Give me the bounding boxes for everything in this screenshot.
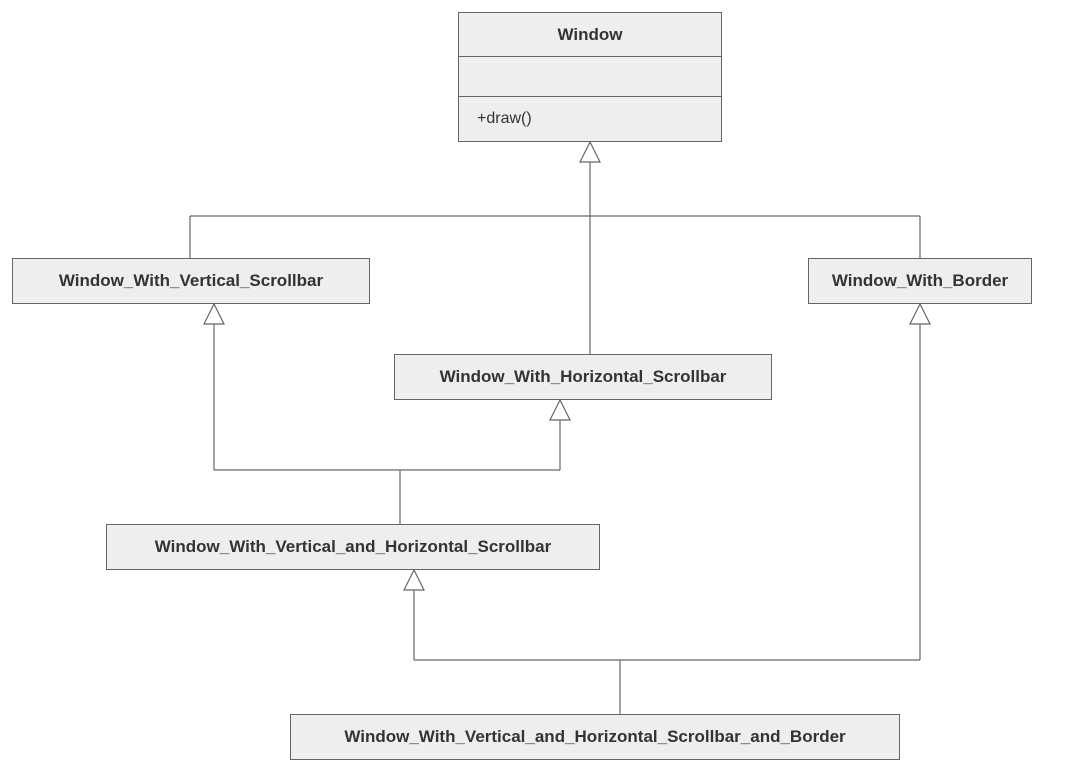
class-attributes-compartment — [459, 57, 721, 97]
class-name: Window — [558, 25, 623, 45]
uml-diagram-canvas: Window +draw() Window_With_Vertical_Scro… — [0, 0, 1066, 782]
class-box-vhscroll: Window_With_Vertical_and_Horizontal_Scro… — [106, 524, 600, 570]
class-name-compartment: Window — [459, 13, 721, 57]
class-box-border: Window_With_Border — [808, 258, 1032, 304]
class-box-window: Window +draw() — [458, 12, 722, 142]
class-method: +draw() — [469, 110, 532, 128]
class-methods-compartment: +draw() — [459, 97, 721, 141]
class-name: Window_With_Vertical_and_Horizontal_Scro… — [344, 727, 845, 747]
class-box-vscroll: Window_With_Vertical_Scrollbar — [12, 258, 370, 304]
class-box-vhscroll-border: Window_With_Vertical_and_Horizontal_Scro… — [290, 714, 900, 760]
class-name: Window_With_Vertical_Scrollbar — [59, 271, 323, 291]
class-name: Window_With_Border — [832, 271, 1008, 291]
class-name: Window_With_Vertical_and_Horizontal_Scro… — [155, 537, 551, 557]
class-name: Window_With_Horizontal_Scrollbar — [440, 367, 727, 387]
class-box-hscroll: Window_With_Horizontal_Scrollbar — [394, 354, 772, 400]
